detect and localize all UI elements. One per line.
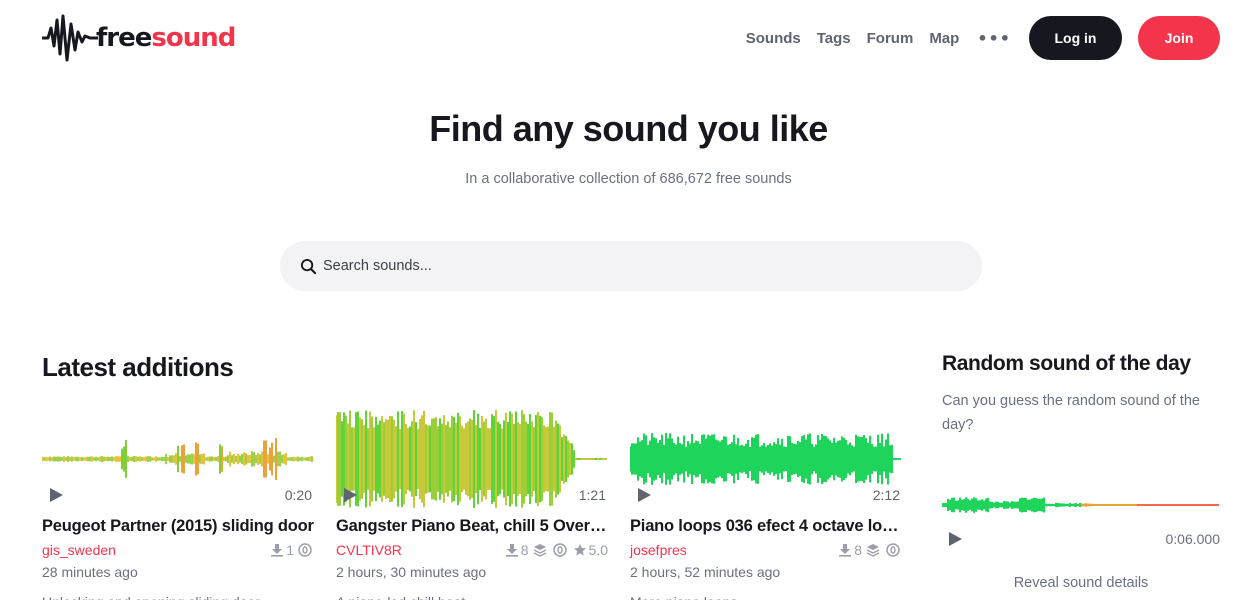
- pack-badge: [866, 543, 882, 557]
- license-badge: [886, 543, 902, 557]
- play-icon[interactable]: [636, 487, 652, 503]
- sound-card: 1:21 Gangster Piano Beat, chill 5 Over M…: [336, 410, 608, 600]
- search-bar[interactable]: [280, 241, 982, 291]
- logo-wordmark: freesound: [96, 23, 236, 53]
- freesound-logo[interactable]: freesound: [42, 14, 236, 62]
- rating-value: 5.0: [588, 542, 608, 558]
- sound-duration: 2:12: [872, 487, 900, 503]
- join-button[interactable]: Join: [1138, 16, 1220, 60]
- search-input[interactable]: [323, 258, 943, 274]
- play-icon[interactable]: [342, 487, 358, 503]
- rating: 5.0: [573, 542, 608, 558]
- download-count: 1: [270, 542, 294, 558]
- hero-subtitle: In a collaborative collection of 686,672…: [465, 171, 792, 187]
- sound-user[interactable]: gis_sweden: [42, 542, 116, 558]
- random-sound-subtitle: Can you guess the random sound of the da…: [942, 393, 1200, 433]
- star-icon: [573, 544, 586, 556]
- license-badge: [552, 543, 569, 557]
- random-sound-panel: Random sound of the day Can you guess th…: [942, 352, 1220, 591]
- waveform-graphic: [630, 433, 901, 485]
- download-count: 8: [505, 542, 529, 558]
- sound-stats: 8: [834, 542, 902, 558]
- download-count-value: 1: [286, 542, 294, 558]
- license-icon: [552, 543, 567, 557]
- search-icon: [300, 258, 317, 274]
- random-sound-duration: 0:06.000: [1165, 531, 1221, 547]
- sound-duration: 0:20: [284, 487, 312, 503]
- sound-description: More piano loops: [630, 588, 902, 600]
- sound-title[interactable]: Gangster Piano Beat, chill 5 Over Me: [336, 517, 608, 536]
- license-icon: [298, 543, 312, 557]
- layers-icon: [533, 544, 546, 557]
- waveform-logo-icon: [42, 14, 98, 62]
- layers-icon: [866, 544, 880, 557]
- play-icon[interactable]: [947, 531, 963, 547]
- license-icon: [886, 543, 900, 557]
- sound-user[interactable]: josefpres: [630, 542, 687, 558]
- sound-title[interactable]: Piano loops 036 efect 4 octave long loop: [630, 517, 902, 536]
- sound-card: 2:12 Piano loops 036 efect 4 octave long…: [630, 410, 902, 600]
- play-icon[interactable]: [48, 487, 64, 503]
- random-waveform[interactable]: [942, 485, 1220, 525]
- waveform[interactable]: 1:21: [336, 410, 608, 510]
- main-nav: Sounds Tags Forum Map ••• Log in Join: [746, 16, 1220, 60]
- sound-duration: 1:21: [578, 487, 606, 503]
- nav-sounds[interactable]: Sounds: [746, 30, 801, 47]
- waveform[interactable]: 2:12: [630, 410, 902, 510]
- nav-forum[interactable]: Forum: [867, 30, 914, 47]
- sound-stats: 1: [266, 542, 314, 558]
- sound-card: 0:20 Peugeot Partner (2015) sliding door…: [42, 410, 314, 600]
- hero-title: Find any sound you like: [429, 108, 828, 149]
- download-count: 8: [838, 542, 862, 558]
- download-count-value: 8: [520, 542, 529, 558]
- download-count-value: 8: [854, 542, 862, 558]
- waveform-graphic: [336, 410, 607, 508]
- reveal-details-link[interactable]: Reveal sound details: [942, 575, 1220, 591]
- sound-time: 2 hours, 52 minutes ago: [630, 564, 781, 580]
- sound-description: Unlocking and opening sliding door: [42, 588, 314, 600]
- login-button[interactable]: Log in: [1029, 16, 1122, 60]
- waveform-graphic: [42, 437, 313, 481]
- latest-additions-title: Latest additions: [42, 352, 234, 382]
- sound-stats: 8 5.0: [501, 542, 608, 558]
- nav-map[interactable]: Map: [929, 30, 959, 47]
- sound-time: 28 minutes ago: [42, 564, 138, 580]
- license-badge: [298, 543, 314, 557]
- more-menu-icon[interactable]: •••: [977, 29, 1011, 48]
- sound-title[interactable]: Peugeot Partner (2015) sliding door: [42, 517, 314, 536]
- waveform[interactable]: 0:20: [42, 410, 314, 510]
- logo-free-text: free: [96, 23, 152, 53]
- download-icon: [271, 544, 284, 557]
- nav-tags[interactable]: Tags: [817, 30, 851, 47]
- logo-sound-text: sound: [151, 23, 236, 53]
- random-sound-title: Random sound of the day: [942, 352, 1191, 375]
- pack-badge: [533, 543, 549, 557]
- sound-description: A piano-led chill beat: [336, 588, 608, 600]
- download-icon: [839, 544, 852, 557]
- sound-user[interactable]: CVLTIV8R: [336, 542, 402, 558]
- sound-time: 2 hours, 30 minutes ago: [336, 564, 487, 580]
- download-icon: [505, 544, 518, 557]
